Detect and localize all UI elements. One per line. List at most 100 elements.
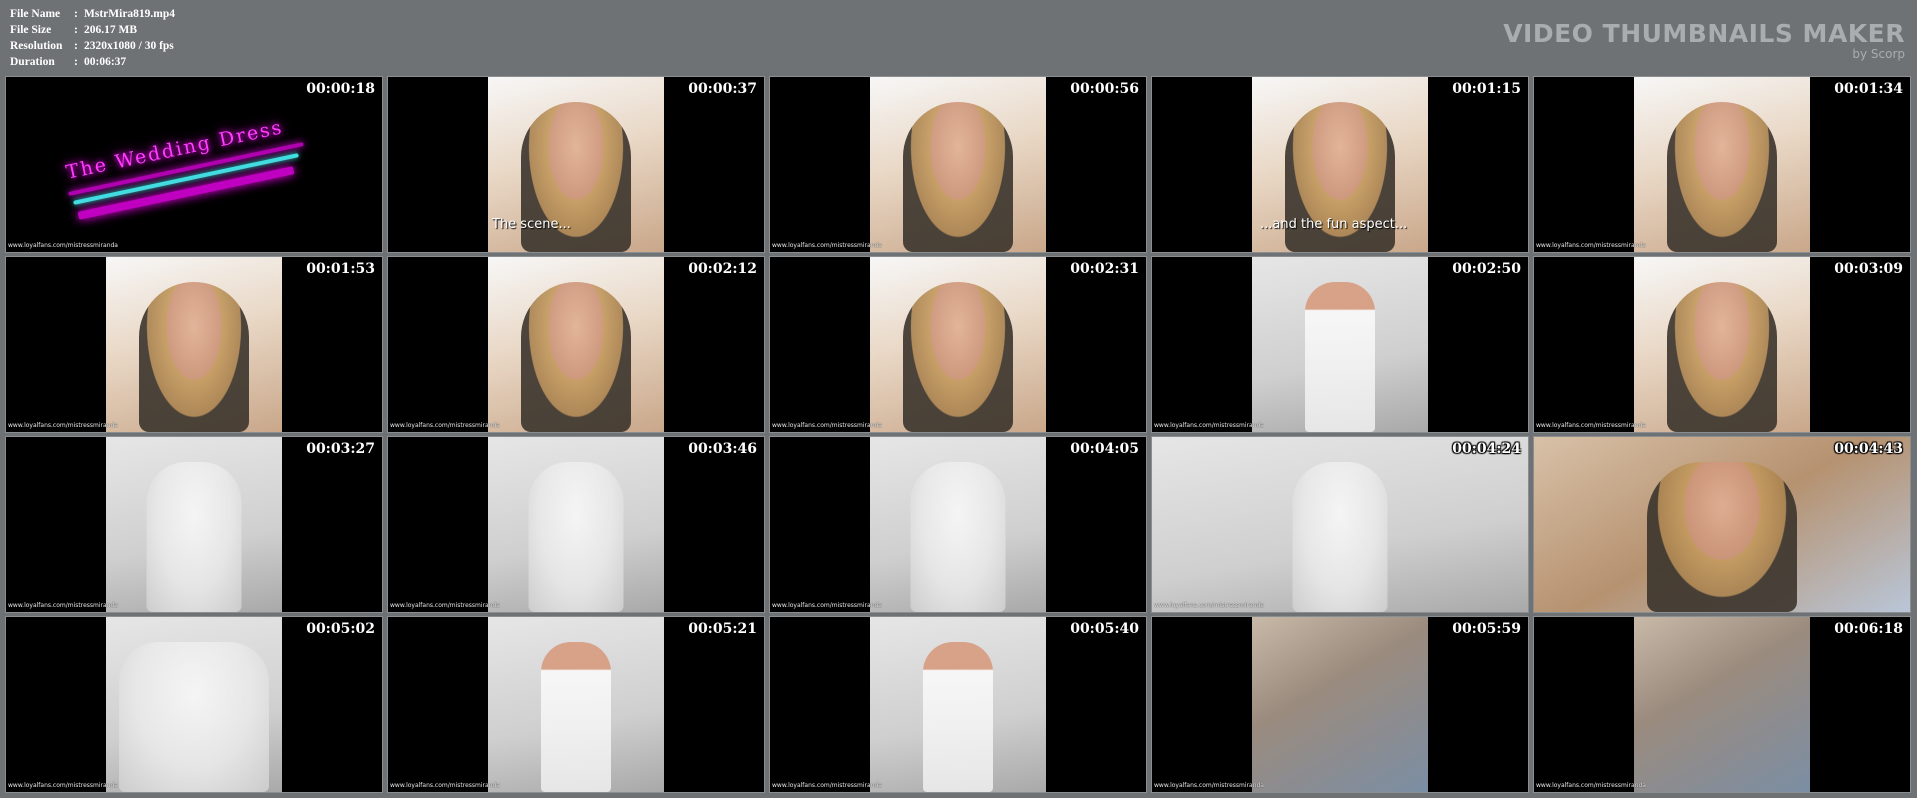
thumbnail[interactable]: ...and the fun aspect... 00:01:15 [1151, 76, 1529, 253]
brand-logo: VIDEO THUMBNAILS MAKER by Scorp [1503, 19, 1905, 61]
thumbnail[interactable]: 00:04:05 www.loyalfans.com/mistressmiran… [769, 436, 1147, 613]
video-frame [488, 257, 664, 432]
person-figure [1647, 462, 1797, 612]
separator: : [74, 40, 78, 52]
thumbnail[interactable]: 00:04:43 [1533, 436, 1911, 613]
thumbnail[interactable]: 00:03:46 www.loyalfans.com/mistressmiran… [387, 436, 765, 613]
timestamp: 00:06:18 [1834, 621, 1903, 637]
watermark: www.loyalfans.com/mistressmiranda [1154, 782, 1264, 789]
person-figure [923, 642, 993, 792]
video-frame [1252, 257, 1428, 432]
video-frame [870, 437, 1046, 612]
watermark: www.loyalfans.com/mistressmiranda [8, 602, 118, 609]
separator: : [74, 24, 78, 36]
video-frame [1152, 437, 1528, 612]
video-frame [1634, 77, 1810, 252]
thumbnail[interactable]: 00:02:31 www.loyalfans.com/mistressmiran… [769, 256, 1147, 433]
timestamp: 00:05:21 [688, 621, 757, 637]
video-frame [1634, 617, 1810, 792]
person-figure [1667, 102, 1777, 252]
watermark: www.loyalfans.com/mistressmiranda [772, 782, 882, 789]
timestamp: 00:00:56 [1070, 81, 1139, 97]
timestamp: 00:00:37 [688, 81, 757, 97]
person-figure [903, 282, 1013, 432]
thumbnail[interactable]: 00:05:40 www.loyalfans.com/mistressmiran… [769, 616, 1147, 793]
person-figure [521, 282, 631, 432]
person-figure [1305, 282, 1375, 432]
thumbnail[interactable]: 00:06:18 www.loyalfans.com/mistressmiran… [1533, 616, 1911, 793]
person-figure [1292, 462, 1388, 612]
thumbnail[interactable]: 00:02:50 www.loyalfans.com/mistressmiran… [1151, 256, 1529, 433]
thumbnail[interactable]: 00:01:34 www.loyalfans.com/mistressmiran… [1533, 76, 1911, 253]
thumbnail[interactable]: 00:00:56 www.loyalfans.com/mistressmiran… [769, 76, 1147, 253]
watermark: www.loyalfans.com/mistressmiranda [1536, 422, 1646, 429]
thumbnail-grid: The Wedding Dress 00:00:18 www.loyalfans… [5, 76, 1911, 793]
video-frame [870, 617, 1046, 792]
thumbnail[interactable]: 00:02:12 www.loyalfans.com/mistressmiran… [387, 256, 765, 433]
timestamp: 00:03:09 [1834, 261, 1903, 277]
video-frame [1534, 437, 1910, 612]
file-size-value: 206.17 MB [84, 24, 138, 36]
duration-value: 00:06:37 [84, 56, 127, 68]
resolution-value: 2320x1080 / 30 fps [84, 40, 174, 52]
thumbnail[interactable]: 00:04:24 www.loyalfans.com/mistressmiran… [1151, 436, 1529, 613]
watermark: www.loyalfans.com/mistressmiranda [390, 422, 500, 429]
timestamp: 00:03:46 [688, 441, 757, 457]
video-frame [1634, 257, 1810, 432]
resolution-row: Resolution : 2320x1080 / 30 fps [10, 38, 175, 54]
duration-label: Duration [10, 56, 55, 68]
thumbnail[interactable]: The scene... 00:00:37 [387, 76, 765, 253]
watermark: www.loyalfans.com/mistressmiranda [772, 242, 882, 249]
file-name-label: File Name [10, 8, 61, 20]
person-figure [903, 102, 1013, 252]
person-figure [910, 462, 1006, 612]
timestamp: 00:02:31 [1070, 261, 1139, 277]
person-figure [139, 282, 249, 432]
thumbnail[interactable]: 00:05:59 www.loyalfans.com/mistressmiran… [1151, 616, 1529, 793]
timestamp: 00:05:59 [1452, 621, 1521, 637]
thumbnail[interactable]: 00:01:53 www.loyalfans.com/mistressmiran… [5, 256, 383, 433]
contact-sheet: File Name : MstrMira819.mp4 File Size : … [0, 0, 1917, 798]
thumbnail[interactable]: 00:05:21 www.loyalfans.com/mistressmiran… [387, 616, 765, 793]
file-name-value: MstrMira819.mp4 [84, 8, 176, 20]
person-figure [528, 462, 624, 612]
timestamp: 00:02:12 [688, 261, 757, 277]
watermark: www.loyalfans.com/mistressmiranda [1536, 242, 1646, 249]
title-card: The Wedding Dress [46, 97, 336, 227]
timestamp: 00:01:34 [1834, 81, 1903, 97]
file-info-header: File Name : MstrMira819.mp4 File Size : … [10, 6, 175, 70]
separator: : [74, 56, 78, 68]
video-frame [106, 437, 282, 612]
duration-row: Duration : 00:06:37 [10, 54, 175, 70]
file-name-row: File Name : MstrMira819.mp4 [10, 6, 175, 22]
brand-subtitle: by Scorp [1852, 47, 1905, 61]
video-frame [1252, 617, 1428, 792]
thumbnail[interactable]: 00:03:09 www.loyalfans.com/mistressmiran… [1533, 256, 1911, 433]
title-card-text: The Wedding Dress [64, 116, 286, 184]
timestamp: 00:04:24 [1452, 441, 1521, 457]
file-size-row: File Size : 206.17 MB [10, 22, 175, 38]
subtitle-caption: ...and the fun aspect... [1260, 217, 1408, 232]
timestamp: 00:03:27 [306, 441, 375, 457]
watermark: www.loyalfans.com/mistressmiranda [1154, 602, 1264, 609]
watermark: www.loyalfans.com/mistressmiranda [8, 782, 118, 789]
timestamp: 00:05:02 [306, 621, 375, 637]
watermark: www.loyalfans.com/mistressmiranda [8, 242, 118, 249]
video-frame [870, 77, 1046, 252]
video-frame [488, 437, 664, 612]
subtitle-caption: The scene... [492, 217, 571, 232]
person-figure [119, 642, 269, 792]
thumbnail[interactable]: 00:05:02 www.loyalfans.com/mistressmiran… [5, 616, 383, 793]
timestamp: 00:02:50 [1452, 261, 1521, 277]
video-frame [870, 257, 1046, 432]
watermark: www.loyalfans.com/mistressmiranda [772, 602, 882, 609]
watermark: www.loyalfans.com/mistressmiranda [8, 422, 118, 429]
thumbnail[interactable]: 00:03:27 www.loyalfans.com/mistressmiran… [5, 436, 383, 613]
person-figure [1667, 282, 1777, 432]
brand-title: VIDEO THUMBNAILS MAKER [1503, 19, 1905, 48]
resolution-label: Resolution [10, 40, 63, 52]
timestamp: 00:01:15 [1452, 81, 1521, 97]
thumbnail[interactable]: The Wedding Dress 00:00:18 www.loyalfans… [5, 76, 383, 253]
timestamp: 00:05:40 [1070, 621, 1139, 637]
person-figure [146, 462, 242, 612]
